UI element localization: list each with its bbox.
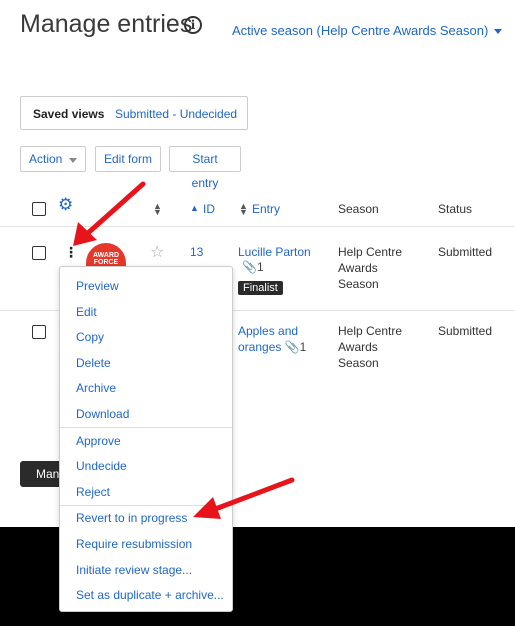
menu-item-copy[interactable]: Copy [76,330,104,344]
paperclip-icon: 📎 [242,260,257,274]
chevron-down-icon [69,158,77,163]
season-cell: Help Centre Awards Season [338,323,402,371]
action-dropdown-button[interactable]: Action [20,146,86,172]
star-icon[interactable]: ☆ [150,242,164,262]
column-header-status: Status [438,202,473,216]
status-cell: Submitted [438,245,493,259]
menu-item-undecide[interactable]: Undecide [76,459,127,473]
action-label: Action [29,152,63,166]
season-selector-label: Active season (Help Centre Awards Season… [232,23,489,38]
entry-name-line: oranges 📎1 [238,339,306,355]
status-badge: Finalist [238,281,283,295]
column-header-entry[interactable]: Entry [252,202,280,216]
menu-item-approve[interactable]: Approve [76,434,121,448]
entry-name-line: Apples and [238,324,299,338]
status-cell: Submitted [438,324,493,338]
season-line: Awards [338,340,378,354]
page-title: Manage entries [20,10,193,38]
season-selector[interactable]: Active season (Help Centre Awards Season… [232,23,503,38]
sort-icon[interactable]: ▲ ▼ [153,202,162,217]
kebab-menu-icon[interactable]: ⋮ [64,245,78,259]
season-cell: Help Centre Awards Season [338,244,402,292]
row-checkbox[interactable] [32,325,46,339]
season-line: Season [338,277,379,291]
menu-item-preview[interactable]: Preview [76,279,119,293]
season-line: Awards [338,261,378,275]
menu-divider [60,427,232,428]
attachment-count: 📎1 [242,260,264,274]
season-line: Season [338,356,379,370]
saved-views-bar: Saved views Submitted - Undecided [20,96,248,130]
entry-name-link[interactable]: Apples and oranges 📎1 [238,323,306,355]
paperclip-icon: 📎 [284,340,300,354]
menu-item-revert-to-in-progress[interactable]: Revert to in progress [76,511,187,525]
menu-item-initiate-review-stage[interactable]: Initiate review stage... [76,563,192,577]
row-checkbox[interactable] [32,246,46,260]
saved-view-link[interactable]: Submitted - Undecided [115,107,237,121]
attachment-count-value: 1 [299,340,307,354]
season-line: Help Centre [338,324,403,338]
header-divider [0,226,515,227]
info-icon[interactable]: i [184,16,202,34]
edit-form-button[interactable]: Edit form [95,146,161,172]
season-line: Help Centre [338,245,403,259]
sort-icon[interactable]: ▲ [190,204,199,213]
menu-item-require-resubmission[interactable]: Require resubmission [76,537,192,551]
select-all-checkbox[interactable] [32,202,46,216]
menu-item-reject[interactable]: Reject [76,485,110,499]
row-action-menu: Preview Edit Copy Delete Archive Downloa… [59,266,233,612]
entry-name-text: oranges [238,340,282,354]
start-entry-button[interactable]: Start entry [169,146,241,190]
menu-item-archive[interactable]: Archive [76,381,116,395]
chevron-down-icon [494,29,503,35]
attachment-count-value: 1 [256,260,264,274]
saved-views-label: Saved views [33,107,105,121]
menu-divider [60,505,232,506]
sort-icon[interactable]: ▲ ▼ [239,202,248,217]
gear-icon[interactable]: ⚙ [58,195,73,215]
column-header-season: Season [338,202,379,216]
entry-name-link[interactable]: Lucille Parton [238,244,311,260]
annotation-arrow [73,181,146,246]
column-header-id[interactable]: ID [203,202,215,216]
menu-item-edit[interactable]: Edit [76,305,97,319]
menu-item-set-as-duplicate[interactable]: Set as duplicate + archive... [76,588,224,602]
menu-item-delete[interactable]: Delete [76,356,111,370]
entry-id[interactable]: 13 [190,244,203,260]
menu-item-download[interactable]: Download [76,407,129,421]
